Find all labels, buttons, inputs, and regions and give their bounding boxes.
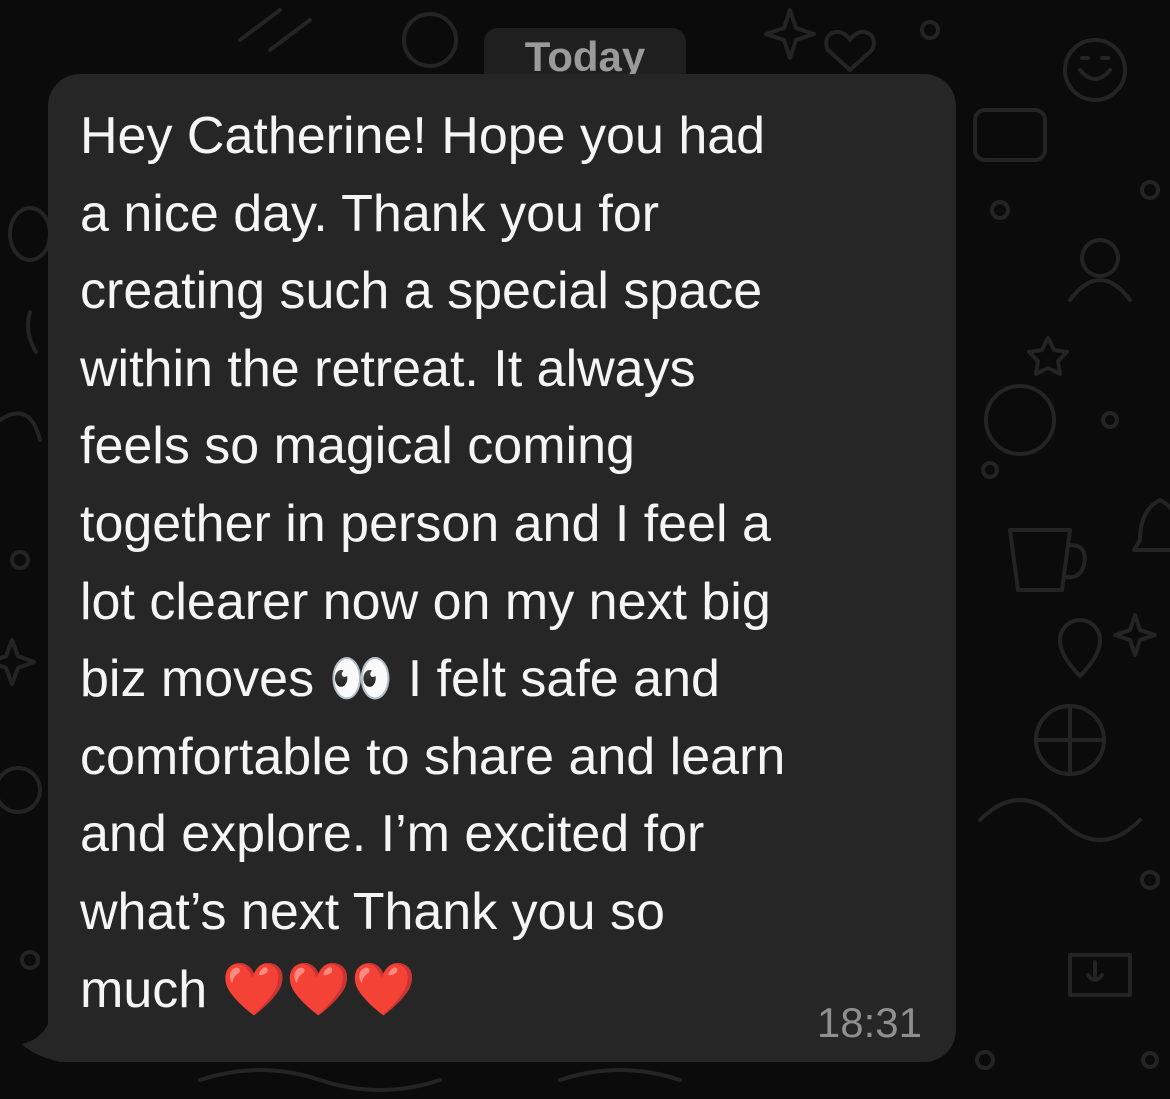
bubble-doodle-icon [402, 12, 458, 68]
message-text: Hey Catherine! Hope you had a nice day. … [80, 107, 786, 1019]
star-icon [1027, 336, 1069, 376]
smiley-icon [1078, 56, 1112, 81]
message-timestamp: 18:31 [816, 999, 922, 1046]
microphone-icon [1068, 953, 1132, 997]
swirl-doodle-icon [0, 411, 42, 442]
sparkle-icon [1113, 613, 1157, 657]
bell-icon [1132, 498, 1170, 552]
swirl-doodle-icon [198, 1068, 442, 1092]
bubble-doodle-icon [984, 384, 1056, 456]
swirl-doodle-icon [978, 798, 1142, 842]
sparkle-icon [0, 638, 36, 686]
swirl-doodle-icon [238, 8, 312, 52]
person-icon [1068, 238, 1132, 302]
swirl-doodle-icon [558, 1068, 682, 1082]
location-pin-icon [1058, 618, 1102, 678]
cup-icon [1008, 528, 1087, 592]
heart-icon [824, 29, 876, 72]
ticket-doodle-icon [973, 108, 1047, 162]
bubble-doodle-icon [1063, 38, 1127, 102]
bubble-doodle-icon [0, 766, 42, 814]
sparkle-icon [764, 8, 816, 60]
balloon-icon [8, 206, 53, 354]
